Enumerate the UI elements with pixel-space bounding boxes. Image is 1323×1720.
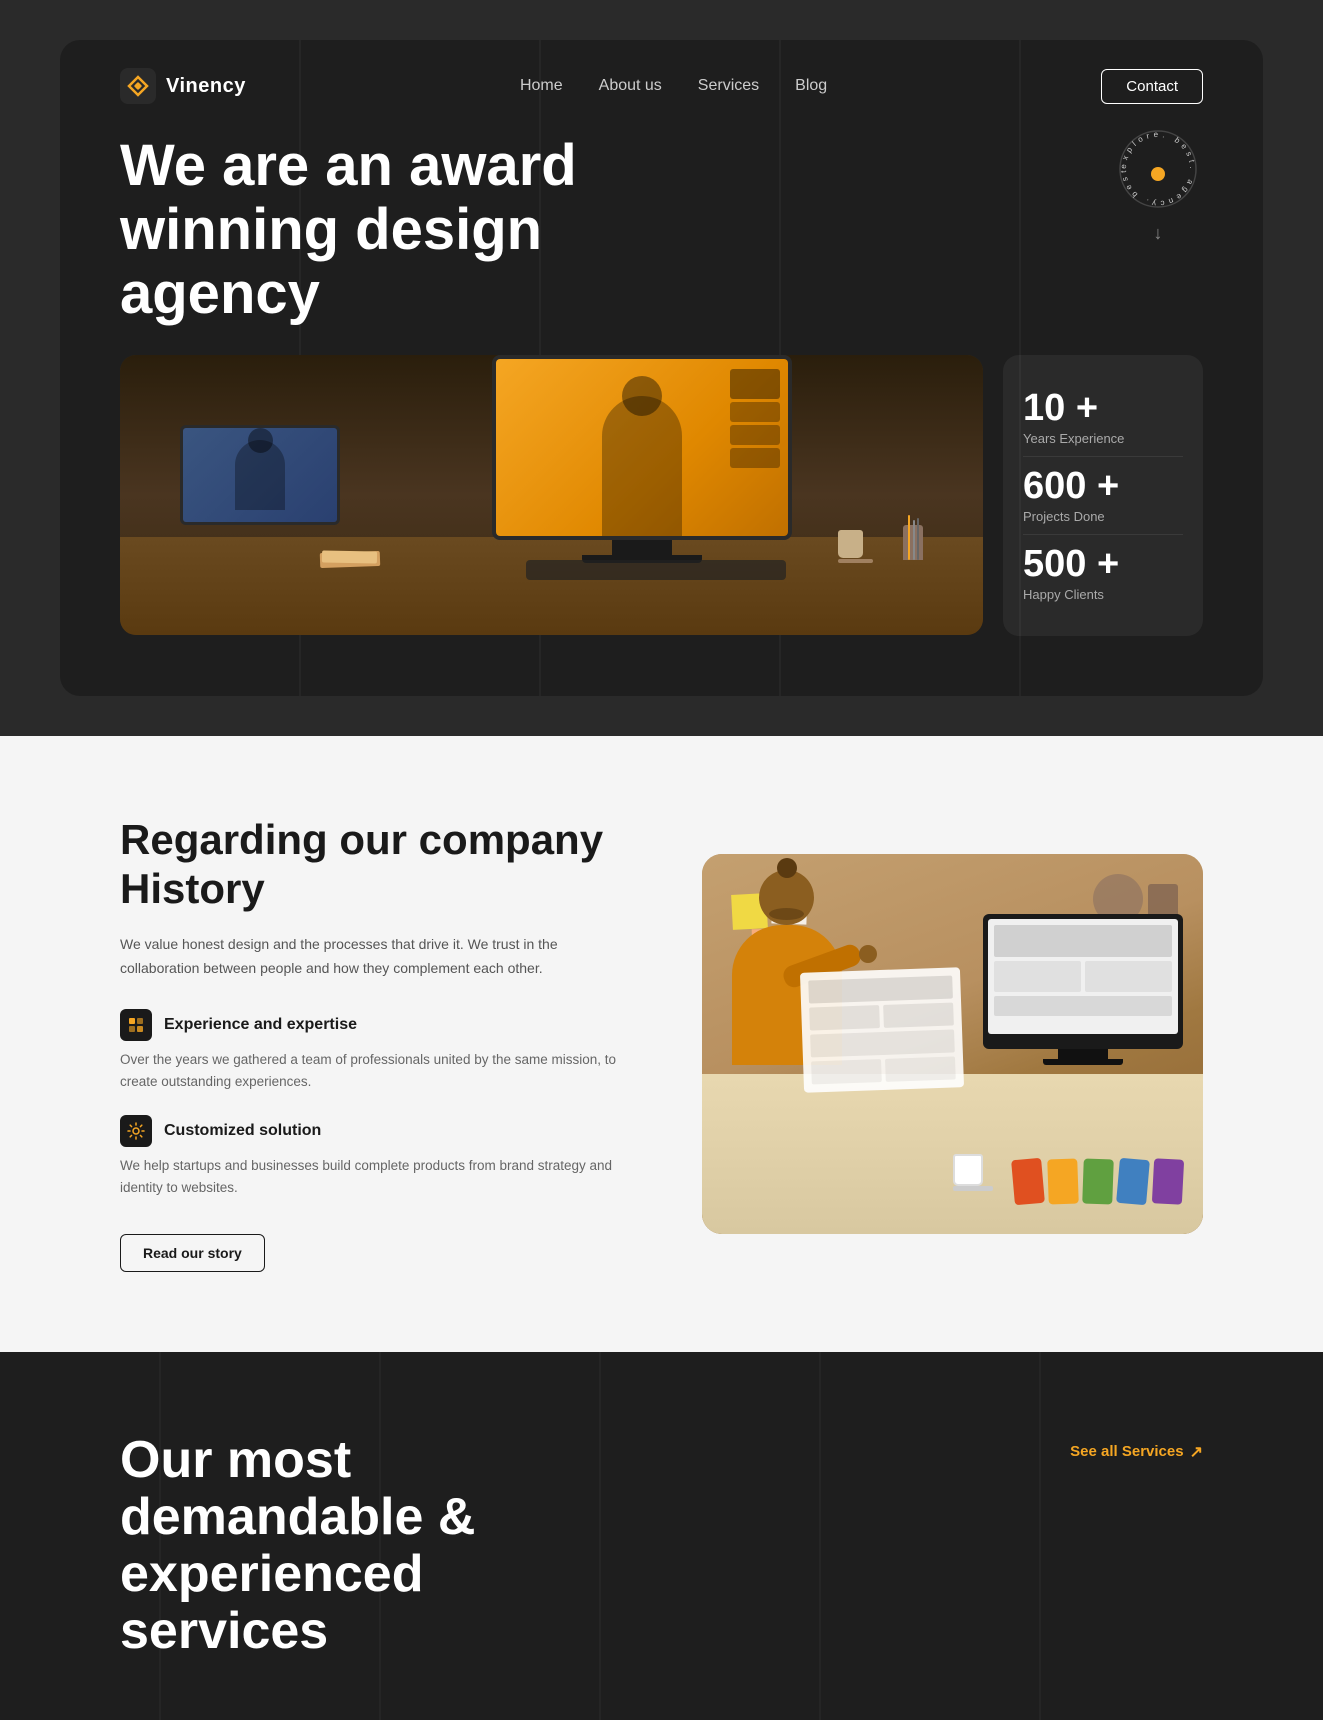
logo[interactable]: Vinency <box>120 68 246 104</box>
stat-clients-number: 500 + <box>1023 545 1183 583</box>
see-all-services-link[interactable]: See all Services ↗ <box>1070 1442 1203 1462</box>
feature-experience: Experience and expertise Over the years … <box>120 1009 622 1094</box>
about-right <box>702 854 1204 1234</box>
customized-icon <box>120 1115 152 1147</box>
about-title: Regarding our company History <box>120 816 622 913</box>
hero-title: We are an award winning design agency <box>120 134 680 325</box>
nav-blog[interactable]: Blog <box>795 77 827 95</box>
stat-projects: 600 + Projects Done <box>1023 456 1183 534</box>
about-section: Regarding our company History We value h… <box>0 736 1323 1351</box>
see-all-arrow: ↗ <box>1190 1442 1203 1462</box>
badge-dot <box>1151 167 1165 181</box>
nav-links: Home About us Services Blog <box>520 77 827 95</box>
stat-experience-label: Years Experience <box>1023 431 1183 446</box>
stats-box: 10 + Years Experience 600 + Projects Don… <box>1003 355 1203 636</box>
nav-about[interactable]: About us <box>599 77 662 95</box>
services-header: Our most demandable & experienced servic… <box>120 1432 1203 1661</box>
see-all-label: See all Services <box>1070 1443 1183 1460</box>
services-title: Our most demandable & experienced servic… <box>120 1432 620 1661</box>
stat-projects-number: 600 + <box>1023 467 1183 505</box>
stat-clients-label: Happy Clients <box>1023 587 1183 602</box>
stat-experience: 10 + Years Experience <box>1023 379 1183 456</box>
logo-text: Vinency <box>166 75 246 98</box>
logo-icon <box>120 68 156 104</box>
stat-clients: 500 + Happy Clients <box>1023 534 1183 612</box>
feature-experience-desc: Over the years we gathered a team of pro… <box>120 1049 622 1094</box>
circular-badge: explore. best. agency. best. ↓ <box>1113 124 1203 224</box>
feature-experience-title: Experience and expertise <box>164 1016 357 1034</box>
hero-lower: 10 + Years Experience 600 + Projects Don… <box>120 355 1203 636</box>
desk-scene <box>120 355 983 635</box>
experience-icon <box>120 1009 152 1041</box>
nav-services[interactable]: Services <box>698 77 759 95</box>
about-image <box>702 854 1204 1234</box>
feature-customized-title: Customized solution <box>164 1122 321 1140</box>
about-description: We value honest design and the processes… <box>120 933 622 981</box>
badge-arrow: ↓ <box>1154 223 1163 244</box>
feature-customized-desc: We help startups and businesses build co… <box>120 1155 622 1200</box>
hero-image <box>120 355 983 635</box>
services-section: Our most demandable & experienced servic… <box>0 1352 1323 1720</box>
navbar: Vinency Home About us Services Blog Cont… <box>120 40 1203 134</box>
svg-text:explore. best. agency. best.: explore. best. agency. best. <box>1113 124 1197 208</box>
contact-button[interactable]: Contact <box>1101 69 1203 104</box>
about-left: Regarding our company History We value h… <box>120 816 622 1271</box>
stat-projects-label: Projects Done <box>1023 509 1183 524</box>
feature-customized: Customized solution We help startups and… <box>120 1115 622 1200</box>
stat-experience-number: 10 + <box>1023 389 1183 427</box>
read-story-button[interactable]: Read our story <box>120 1234 265 1272</box>
nav-home[interactable]: Home <box>520 77 563 95</box>
